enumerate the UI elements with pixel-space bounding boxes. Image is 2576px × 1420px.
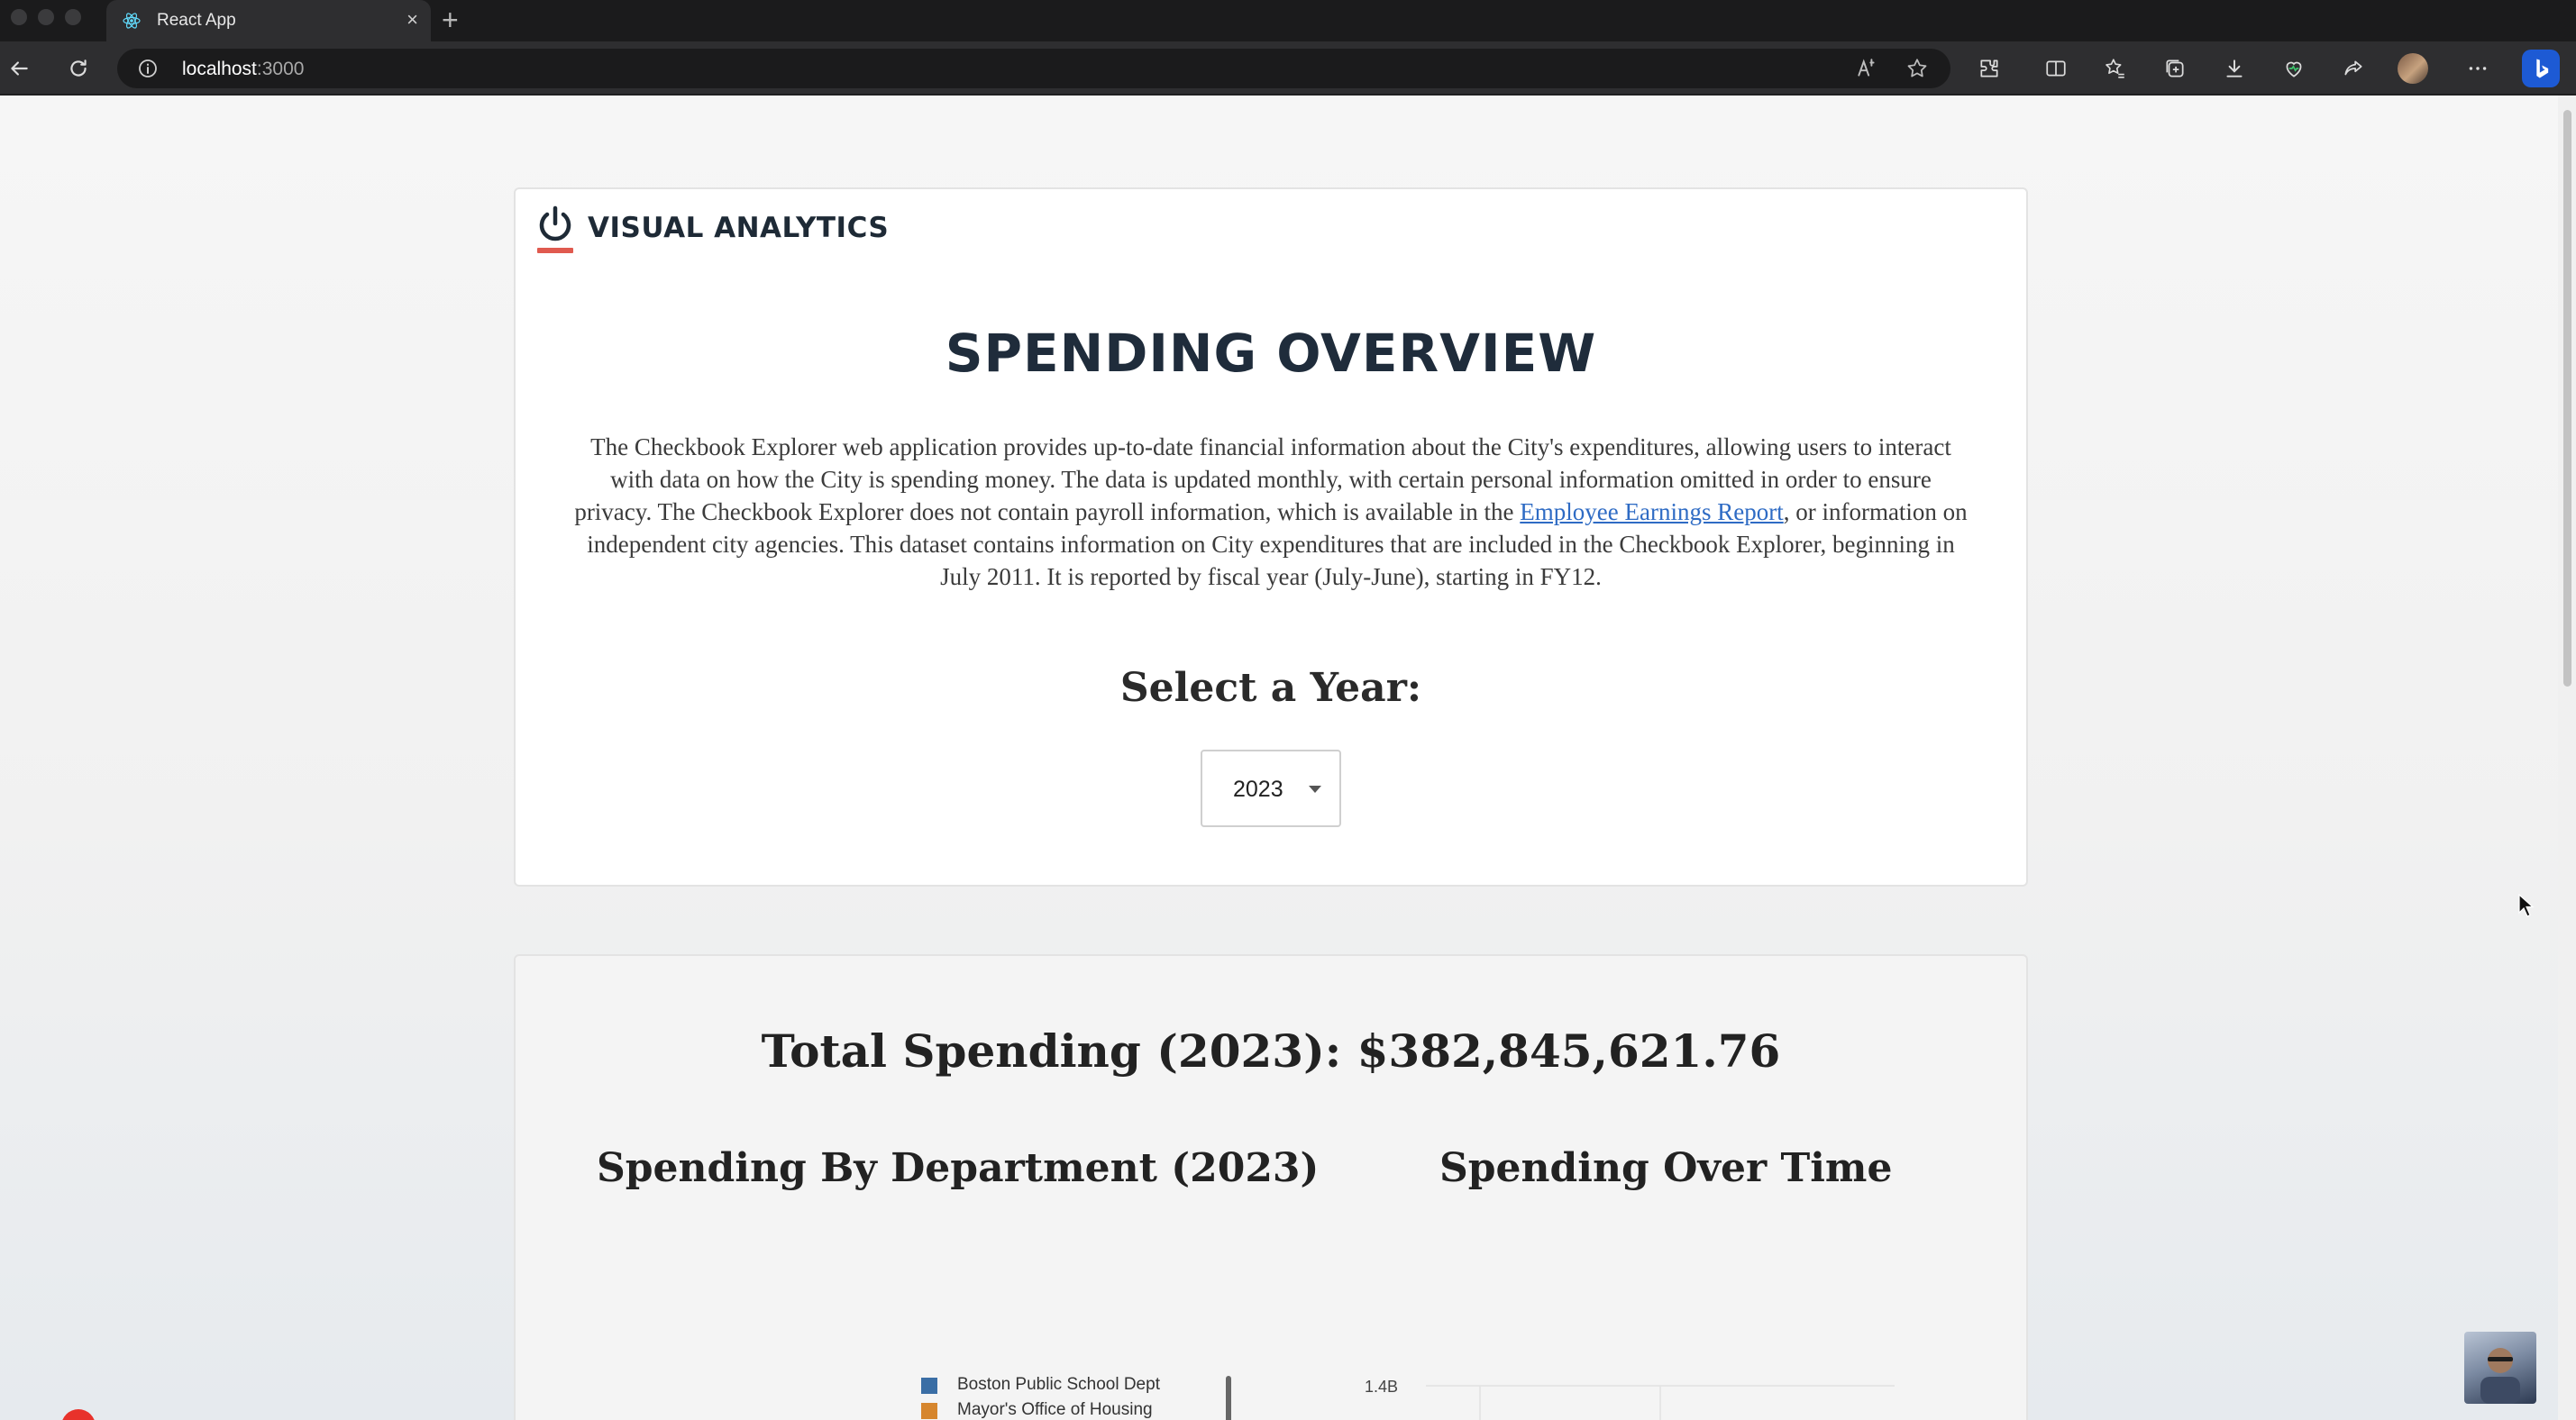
more-dots-icon [2469, 67, 2487, 70]
legend-scrollbar[interactable] [1226, 1376, 1231, 1420]
department-chart-title: Spending By Department (2023) [597, 1145, 1320, 1191]
copilot-button[interactable] [2522, 50, 2560, 87]
split-screen-button[interactable] [2041, 53, 2071, 84]
add-favorite-icon[interactable] [1905, 57, 1929, 80]
collections-button[interactable] [2160, 53, 2190, 84]
year-select-value: 2023 [1233, 777, 1283, 802]
spending-line-chart: 1.4B [1365, 1378, 1895, 1420]
y-tick-label: 1.4B [1365, 1378, 1398, 1396]
legend-label: Boston Public School Dept [957, 1375, 1160, 1394]
overview-card: VISUAL ANALYTICS SPENDING OVERVIEW The C… [514, 187, 2028, 887]
react-icon [123, 13, 141, 29]
page-viewport: VISUAL ANALYTICS SPENDING OVERVIEW The C… [0, 96, 2558, 1420]
new-tab-button[interactable]: + [442, 5, 459, 34]
power-logo-icon [537, 205, 573, 253]
puzzle-icon [1980, 59, 1998, 77]
summary-card: Total Spending (2023): $382,845,621.76 S… [514, 954, 2028, 1420]
window-zoom-dot[interactable] [65, 9, 81, 25]
legend-swatch [921, 1378, 937, 1394]
reload-icon [70, 59, 87, 77]
browser-toolbar: localhost:3000 [0, 41, 2576, 96]
url-text[interactable]: localhost:3000 [182, 59, 304, 80]
browser-tab[interactable]: React App × [106, 0, 431, 41]
caret-down-icon [1309, 786, 1321, 793]
reload-button[interactable] [63, 53, 94, 84]
share-icon [2344, 60, 2362, 76]
select-year-label: Select a Year: [1119, 665, 1422, 711]
webcam-overlay [2464, 1332, 2536, 1404]
address-bar[interactable]: localhost:3000 [117, 49, 1950, 88]
brand-title: VISUAL ANALYTICS [588, 212, 890, 244]
mouse-cursor-icon [2518, 894, 2535, 917]
browser-tab-bar: React App × + [0, 0, 2576, 41]
profile-avatar[interactable] [2398, 53, 2428, 84]
collections-icon [2166, 59, 2184, 77]
employee-earnings-link[interactable]: Employee Earnings Report [1520, 498, 1783, 525]
page-scrollbar[interactable] [2558, 96, 2576, 1420]
page-title: SPENDING OVERVIEW [945, 323, 1597, 384]
back-arrow-icon [11, 61, 28, 76]
read-aloud-icon[interactable] [1855, 57, 1878, 80]
site-info-icon[interactable] [137, 58, 159, 79]
time-chart-title: Spending Over Time [1439, 1145, 1893, 1191]
downloads-button[interactable] [2219, 53, 2250, 84]
legend-swatch [921, 1403, 937, 1419]
window-minimize-dot[interactable] [38, 9, 54, 25]
total-spending-heading: Total Spending (2023): $382,845,621.76 [761, 1024, 1781, 1078]
window-close-dot[interactable] [11, 9, 27, 25]
tab-title: React App [157, 11, 236, 30]
favorites-icon [2106, 59, 2124, 78]
heart-pulse-icon [2286, 61, 2302, 77]
bing-icon [2536, 59, 2549, 78]
extensions-button[interactable] [1974, 53, 2005, 84]
download-icon [2226, 59, 2243, 77]
browser-essentials-button[interactable] [2279, 53, 2309, 84]
share-button[interactable] [2338, 53, 2369, 84]
legend-label: Mayor's Office of Housing [957, 1400, 1153, 1419]
scrollbar-thumb[interactable] [2563, 110, 2571, 687]
more-menu-button[interactable] [2462, 53, 2493, 84]
description-paragraph: The Checkbook Explorer web application p… [574, 433, 1968, 590]
presenter-icon [2480, 1348, 2520, 1404]
tab-close-icon[interactable]: × [406, 9, 418, 31]
back-button[interactable] [4, 53, 34, 84]
year-select[interactable]: 2023 [1201, 750, 1341, 827]
favorites-button[interactable] [2100, 53, 2131, 84]
split-screen-icon [2046, 60, 2066, 77]
